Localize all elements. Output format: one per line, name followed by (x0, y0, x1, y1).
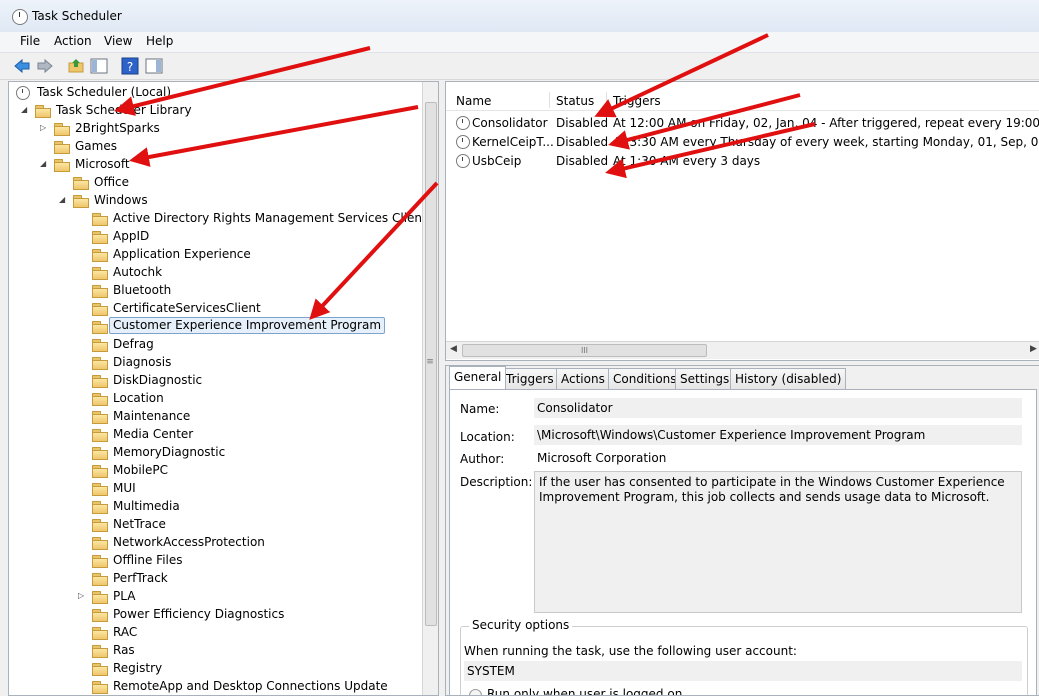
run-only-logged-on-label: Run only when user is logged on (487, 687, 683, 696)
user-account-field: SYSTEM (464, 661, 1022, 681)
folder-icon (92, 573, 108, 586)
folder-icon (92, 321, 108, 334)
title-bar: Task Scheduler (0, 0, 1039, 33)
task-clock-icon (456, 116, 470, 130)
collapse-icon[interactable]: ◢ (40, 160, 48, 168)
security-options-legend: Security options (469, 618, 573, 632)
folder-icon (92, 537, 108, 550)
folder-icon (92, 483, 108, 496)
general-tab-body: Name: Consolidator Location: \Microsoft\… (449, 389, 1037, 696)
window-title: Task Scheduler (32, 9, 122, 23)
location-label: Location: (460, 430, 515, 444)
menu-action[interactable]: Action (54, 34, 92, 48)
column-name[interactable]: Name (456, 94, 491, 108)
forward-arrow-icon[interactable] (36, 57, 54, 75)
folder-icon (92, 627, 108, 640)
menu-file[interactable]: File (20, 34, 40, 48)
collapse-icon[interactable]: ◢ (59, 196, 67, 204)
author-field: Microsoft Corporation (534, 448, 1022, 468)
menu-help[interactable]: Help (146, 34, 173, 48)
folder-icon (92, 501, 108, 514)
folder-icon (92, 303, 108, 316)
folder-icon (92, 213, 108, 226)
menu-view[interactable]: View (104, 34, 132, 48)
expand-icon[interactable]: ▷ (78, 592, 86, 600)
folder-icon (92, 429, 108, 442)
folder-icon (92, 555, 108, 568)
folder-icon (92, 339, 108, 352)
task-row[interactable]: KernelCeipT... Disabled At 3:30 AM every… (446, 133, 1039, 151)
folder-icon (92, 285, 108, 298)
expand-icon[interactable]: ▷ (40, 124, 48, 132)
folder-icon (73, 177, 89, 190)
scroll-right-icon[interactable]: ▶ (1030, 344, 1037, 354)
tab-actions[interactable]: Actions (556, 368, 610, 389)
task-clock-icon (456, 154, 470, 168)
name-field[interactable]: Consolidator (534, 398, 1022, 418)
location-field: \Microsoft\Windows\Customer Experience I… (534, 425, 1022, 445)
right-pane: Name Status Triggers Consolidator Disabl… (445, 81, 1039, 696)
collapse-icon[interactable]: ◢ (21, 106, 29, 114)
description-label: Description: (460, 475, 533, 489)
folder-icon (92, 267, 108, 280)
clock-icon (16, 86, 30, 100)
console-tree[interactable]: Task Scheduler (Local) ◢ Task Scheduler … (8, 81, 439, 696)
show-hide-console-tree-icon[interactable] (90, 57, 108, 75)
name-label: Name: (460, 402, 500, 416)
author-label: Author: (460, 452, 505, 466)
folder-icon (92, 681, 108, 694)
tab-history[interactable]: History (disabled) (730, 368, 847, 389)
show-hide-action-pane-icon[interactable] (145, 57, 163, 75)
task-row[interactable]: Consolidator Disabled At 12:00 AM on Fri… (446, 114, 1039, 132)
folder-icon (92, 375, 108, 388)
folder-icon (54, 141, 70, 154)
folder-icon (92, 663, 108, 676)
task-details-panel: General Triggers Actions Conditions Sett… (445, 365, 1039, 696)
folder-icon (92, 591, 108, 604)
scrollbar-grip: ≡ (426, 357, 434, 367)
run-only-logged-on-radio[interactable] (469, 689, 482, 695)
column-triggers[interactable]: Triggers (613, 94, 661, 108)
tab-triggers[interactable]: Triggers (501, 368, 559, 389)
folder-icon (92, 411, 108, 424)
folder-icon (92, 609, 108, 622)
folder-icon (92, 231, 108, 244)
security-options-group: Security options When running the task, … (460, 618, 1028, 696)
task-list[interactable]: Name Status Triggers Consolidator Disabl… (445, 81, 1039, 361)
folder-clock-icon (35, 105, 51, 118)
task-row[interactable]: UsbCeip Disabled At 1:30 AM every 3 days (446, 152, 1039, 170)
tree-vertical-scrollbar[interactable]: ≡ (422, 82, 438, 695)
column-status[interactable]: Status (556, 94, 594, 108)
up-folder-icon[interactable] (67, 57, 85, 75)
tab-conditions[interactable]: Conditions (608, 368, 682, 389)
scrollbar-thumb[interactable]: III (462, 344, 707, 357)
task-scheduler-clock-icon (12, 9, 28, 25)
task-list-horizontal-scrollbar[interactable]: ◀ III ▶ (446, 341, 1039, 359)
scroll-left-icon[interactable]: ◀ (450, 344, 457, 354)
main-area: Task Scheduler (Local) ◢ Task Scheduler … (8, 81, 1039, 696)
folder-icon (54, 123, 70, 136)
help-icon[interactable]: ? (121, 57, 139, 75)
folder-icon (92, 249, 108, 262)
task-clock-icon (456, 135, 470, 149)
folder-icon (54, 159, 70, 172)
toolbar: ? (0, 53, 1039, 80)
folder-icon (73, 195, 89, 208)
folder-icon (92, 393, 108, 406)
task-list-header: Name Status Triggers (446, 90, 1039, 111)
tab-settings[interactable]: Settings (675, 368, 735, 389)
back-arrow-icon[interactable] (13, 57, 31, 75)
folder-icon (92, 465, 108, 478)
menu-bar: File Action View Help (0, 32, 1039, 53)
folder-icon (92, 447, 108, 460)
folder-icon (92, 519, 108, 532)
folder-icon (92, 357, 108, 370)
description-field[interactable]: If the user has consented to participate… (534, 471, 1022, 613)
tab-general[interactable]: General (449, 366, 507, 389)
security-prompt: When running the task, use the following… (464, 644, 797, 658)
folder-icon (92, 645, 108, 658)
svg-text:?: ? (127, 60, 133, 74)
